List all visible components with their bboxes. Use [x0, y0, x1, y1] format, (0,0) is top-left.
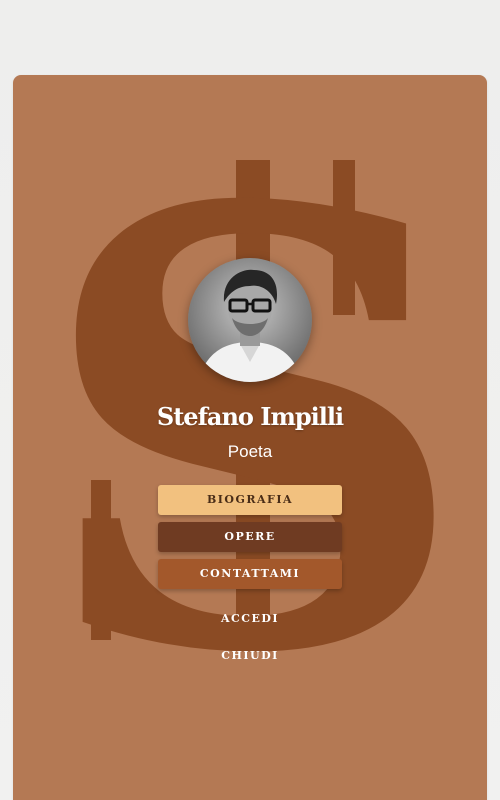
profile-name: Stefano Impilli: [156, 402, 344, 431]
profile-card: S Stefano Impilli Poeta BIOGRAFIA OPERE …: [13, 75, 487, 800]
monogram-logo: S: [36, 80, 469, 785]
profile-role: Poeta: [227, 442, 273, 461]
svg-text:S: S: [36, 80, 469, 785]
contattami-button[interactable]: CONTATTAMI: [158, 559, 342, 589]
chiudi-link[interactable]: CHIUDI: [13, 649, 487, 662]
accedi-link[interactable]: ACCEDI: [13, 612, 487, 625]
biografia-button[interactable]: BIOGRAFIA: [158, 485, 342, 515]
page: S Stefano Impilli Poeta BIOGRAFIA OPERE …: [0, 0, 500, 800]
profile-photo: [188, 258, 312, 382]
opere-button[interactable]: OPERE: [158, 522, 342, 552]
